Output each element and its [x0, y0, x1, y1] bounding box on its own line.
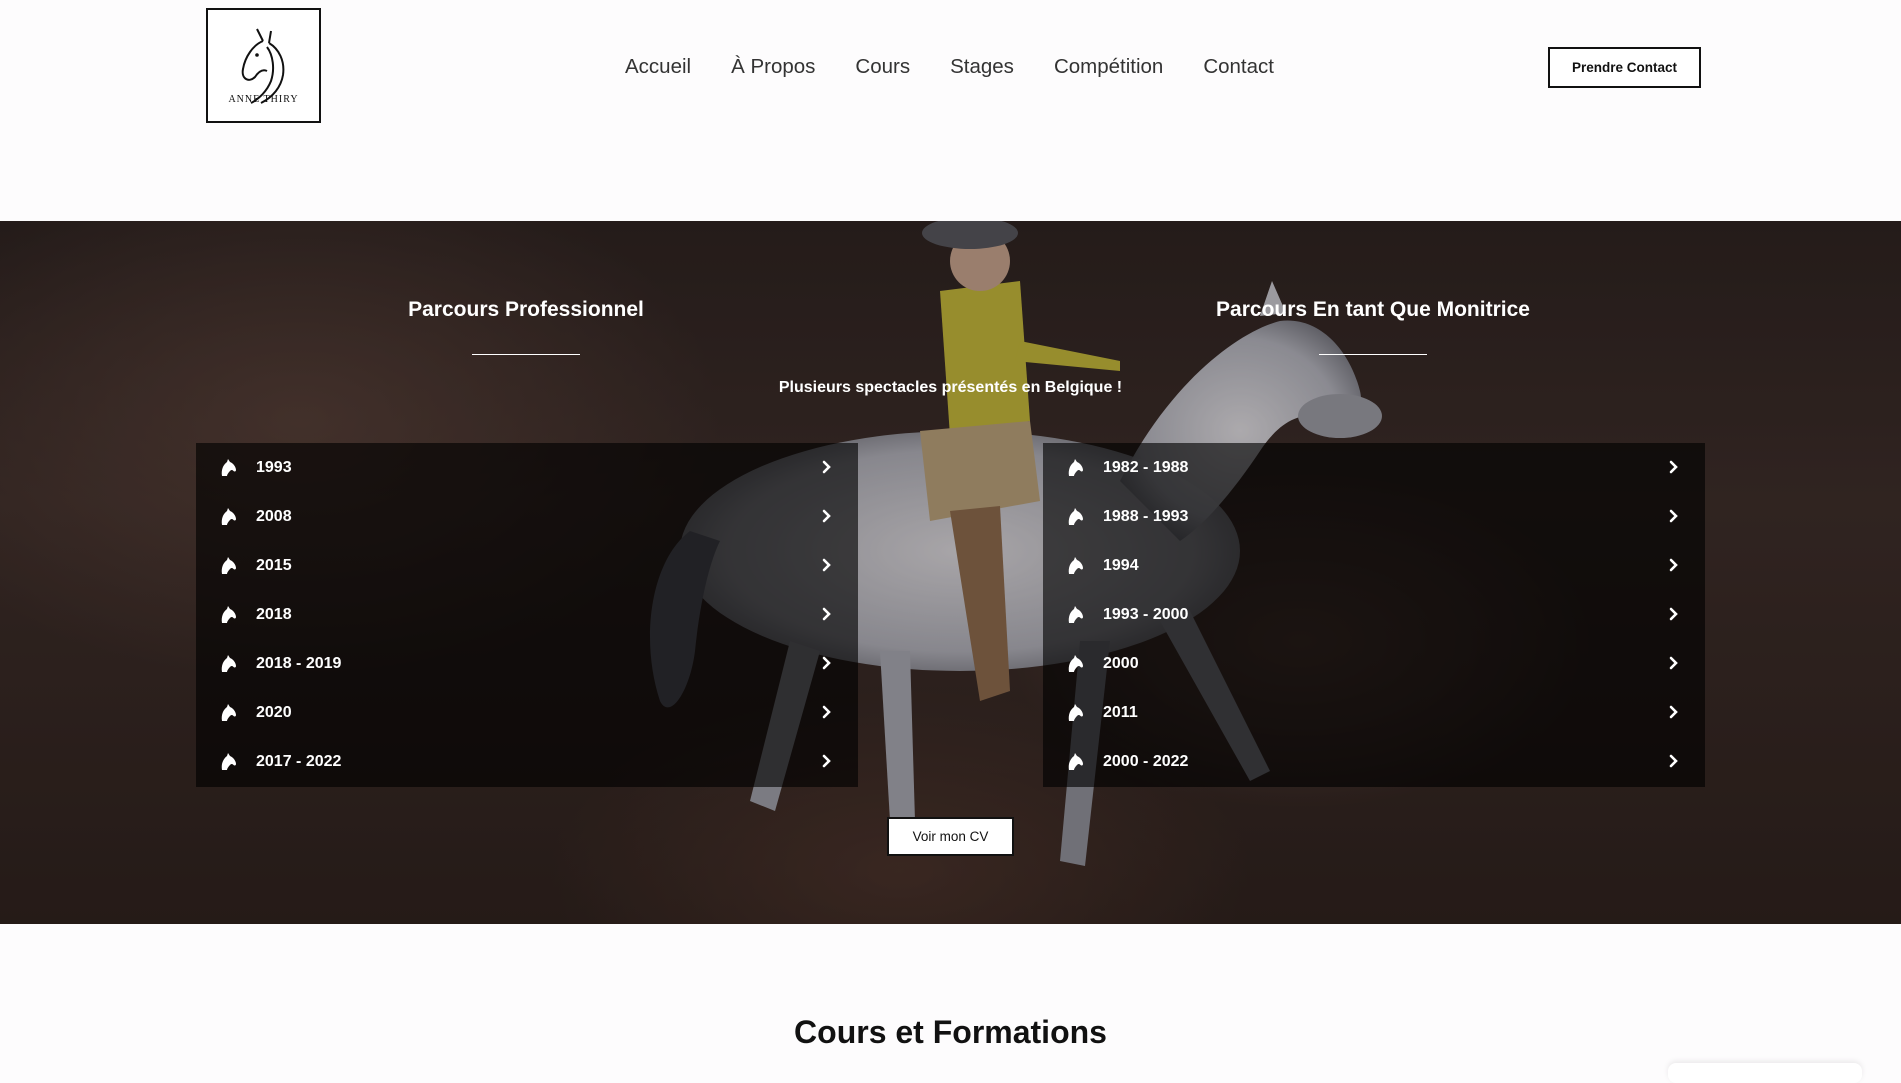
- nav-accueil[interactable]: Accueil: [625, 55, 691, 79]
- parcours-pro-item[interactable]: 2017 - 2022: [196, 737, 858, 786]
- parcours-monitrice-item[interactable]: 1994: [1043, 541, 1705, 590]
- parcours-monitrice-item-label: 2000: [1103, 654, 1139, 672]
- horse-head-icon: [1068, 605, 1083, 623]
- horse-head-icon: [1068, 458, 1083, 476]
- nav-a-propos[interactable]: À Propos: [731, 55, 815, 79]
- parcours-pro-item[interactable]: 2018 - 2019: [196, 639, 858, 688]
- horse-head-icon: [1068, 752, 1083, 770]
- nav-cours[interactable]: Cours: [855, 55, 910, 79]
- parcours-pro-item-label: 2017 - 2022: [256, 752, 342, 770]
- parcours-pro-item-label: 2018: [256, 605, 292, 623]
- parcours-pro-item-label: 2020: [256, 703, 292, 721]
- chevron-right-icon: [1669, 705, 1678, 719]
- parcours-pro-item[interactable]: 2020: [196, 688, 858, 737]
- parcours-pro-item[interactable]: 1993: [196, 443, 858, 492]
- horse-head-icon: [221, 605, 236, 623]
- right-title-divider: [1319, 354, 1427, 355]
- parcours-monitrice-item[interactable]: 1988 - 1993: [1043, 492, 1705, 541]
- parcours-monitrice-item[interactable]: 2000: [1043, 639, 1705, 688]
- parcours-monitrice-item-label: 2000 - 2022: [1103, 752, 1189, 770]
- chevron-right-icon: [822, 558, 831, 572]
- nav-stages[interactable]: Stages: [950, 55, 1014, 79]
- voir-cv-button[interactable]: Voir mon CV: [887, 817, 1014, 856]
- logo-text: ANNE THIRY: [228, 94, 299, 105]
- prendre-contact-button[interactable]: Prendre Contact: [1548, 47, 1701, 88]
- chevron-right-icon: [1669, 607, 1678, 621]
- horse-head-icon: [221, 703, 236, 721]
- parcours-pro-item-label: 2008: [256, 507, 292, 525]
- chevron-right-icon: [822, 460, 831, 474]
- parcours-pro-item-label: 2015: [256, 556, 292, 574]
- parcours-monitrice-item[interactable]: 2000 - 2022: [1043, 737, 1705, 786]
- parcours-monitrice-item-label: 1988 - 1993: [1103, 507, 1189, 525]
- horse-head-icon: [1068, 556, 1083, 574]
- hero-subtitle: Plusieurs spectacles présentés en Belgiq…: [778, 379, 1123, 396]
- left-section-title: Parcours Professionnel: [408, 298, 644, 321]
- horse-head-icon: [1068, 507, 1083, 525]
- horse-head-icon: [221, 654, 236, 672]
- chevron-right-icon: [1669, 460, 1678, 474]
- parcours-monitrice-item[interactable]: 1982 - 1988: [1043, 443, 1705, 492]
- parcours-pro-item-label: 1993: [256, 458, 292, 476]
- parcours-monitrice-item[interactable]: 1993 - 2000: [1043, 590, 1705, 639]
- parcours-pro-item-label: 2018 - 2019: [256, 654, 342, 672]
- main-nav: Accueil À Propos Cours Stages Compétitio…: [625, 55, 1274, 79]
- right-section-title: Parcours En tant Que Monitrice: [1216, 298, 1530, 321]
- chevron-right-icon: [1669, 509, 1678, 523]
- chevron-right-icon: [822, 509, 831, 523]
- nav-contact[interactable]: Contact: [1203, 55, 1274, 79]
- chevron-right-icon: [822, 607, 831, 621]
- parcours-monitrice-item-label: 1982 - 1988: [1103, 458, 1189, 476]
- horse-head-icon: [1068, 703, 1083, 721]
- chat-widget[interactable]: [1668, 1063, 1862, 1083]
- parcours-pro-item[interactable]: 2018: [196, 590, 858, 639]
- horse-head-icon: [221, 556, 236, 574]
- parcours-pro-item[interactable]: 2008: [196, 492, 858, 541]
- horse-head-icon: [221, 458, 236, 476]
- chevron-right-icon: [1669, 754, 1678, 768]
- chevron-right-icon: [822, 754, 831, 768]
- logo[interactable]: ANNE THIRY: [206, 8, 321, 123]
- chevron-right-icon: [1669, 558, 1678, 572]
- chevron-right-icon: [822, 656, 831, 670]
- parcours-monitrice-item[interactable]: 2011: [1043, 688, 1705, 737]
- nav-competition[interactable]: Compétition: [1054, 55, 1163, 79]
- chevron-right-icon: [1669, 656, 1678, 670]
- horse-head-icon: [1068, 654, 1083, 672]
- parcours-pro-item[interactable]: 2015: [196, 541, 858, 590]
- parcours-monitrice-item-label: 1993 - 2000: [1103, 605, 1189, 623]
- parcours-professionnel-list: 1993 2008 2015 2018 2018 - 2019 2020 2017 - 20…: [196, 443, 858, 787]
- horse-head-icon: [221, 507, 236, 525]
- parcours-monitrice-list: 1982 - 1988 1988 - 1993 1994 1993 - 2000 200…: [1043, 443, 1705, 787]
- chevron-right-icon: [822, 705, 831, 719]
- horse-head-icon: [221, 752, 236, 770]
- cours-formations-title: Cours et Formations: [794, 1014, 1107, 1050]
- parcours-monitrice-item-label: 1994: [1103, 556, 1139, 574]
- site-header: ANNE THIRY Accueil À Propos Cours Stages…: [0, 0, 1901, 221]
- left-title-divider: [472, 354, 580, 355]
- parcours-monitrice-item-label: 2011: [1103, 703, 1138, 721]
